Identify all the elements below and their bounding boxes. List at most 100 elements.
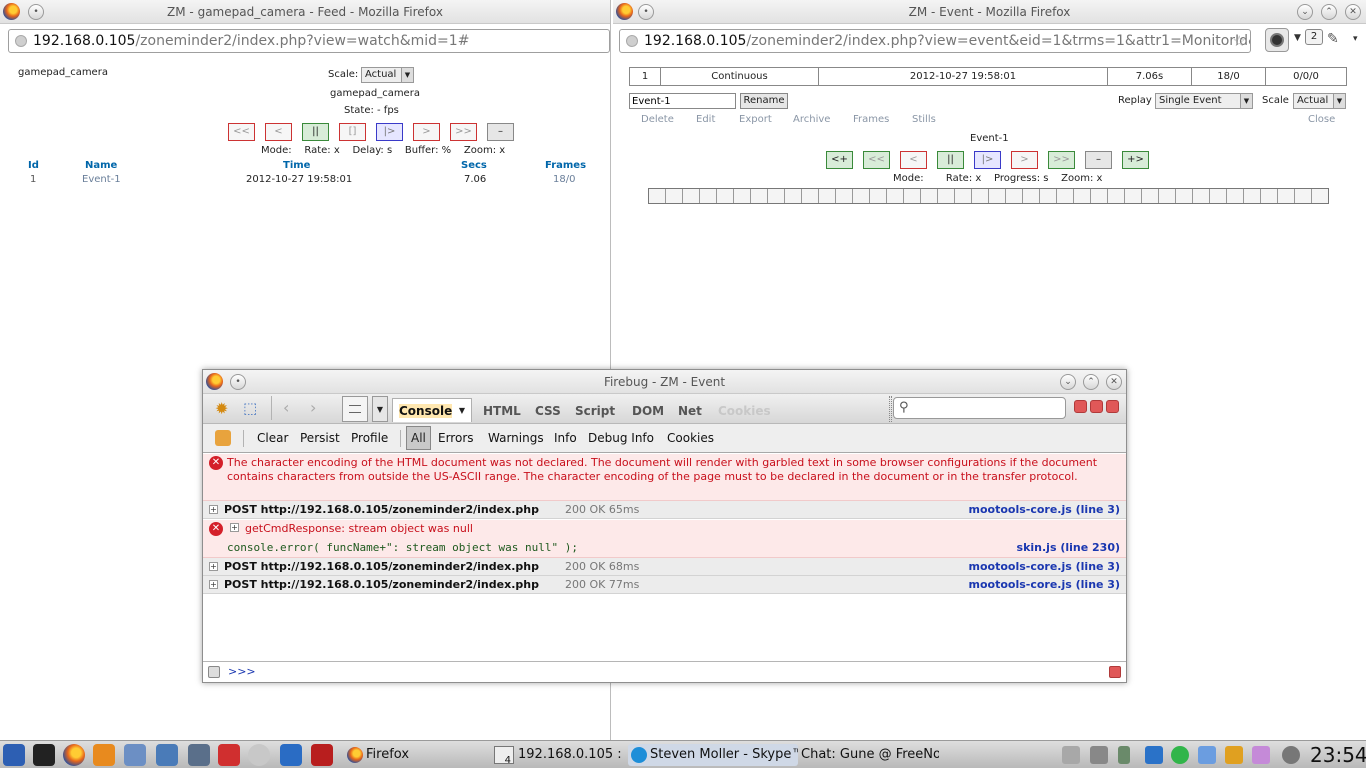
camera-addon-button[interactable]: [1265, 28, 1289, 52]
fast-rewind-button[interactable]: <<: [228, 123, 255, 141]
command-line[interactable]: >>>: [203, 661, 1126, 682]
progress-cell[interactable]: [1006, 189, 1023, 203]
progress-cell[interactable]: [1159, 189, 1176, 203]
progress-cell[interactable]: [1176, 189, 1193, 203]
terminal-icon[interactable]: [33, 744, 55, 766]
progress-cell[interactable]: [700, 189, 717, 203]
volume-icon[interactable]: [1090, 746, 1108, 764]
progress-cell[interactable]: [1057, 189, 1074, 203]
rename-button[interactable]: Rename: [740, 93, 788, 109]
progress-cell[interactable]: [734, 189, 751, 203]
toolbox-icon[interactable]: [280, 744, 302, 766]
command-editor-icon[interactable]: [208, 666, 220, 678]
slow-forward-button[interactable]: >: [413, 123, 440, 141]
filezilla-icon[interactable]: [311, 744, 333, 766]
stills-link[interactable]: Stills: [912, 114, 936, 125]
tab-html[interactable]: HTML: [483, 404, 521, 418]
filter-info-button[interactable]: Info: [554, 431, 577, 445]
close-link[interactable]: Close: [1308, 114, 1335, 125]
export-link[interactable]: Export: [739, 114, 772, 125]
profile-button[interactable]: Profile: [351, 431, 388, 445]
play-button[interactable]: |>: [974, 151, 1001, 169]
dropbox-icon[interactable]: [1145, 746, 1163, 764]
clear-button[interactable]: Clear: [257, 431, 288, 445]
progress-cell[interactable]: [989, 189, 1006, 203]
info-icon[interactable]: [1282, 746, 1300, 764]
firebug-close-icon[interactable]: [1106, 400, 1119, 413]
clock[interactable]: 23:54: [1310, 743, 1366, 767]
archive-link[interactable]: Archive: [793, 114, 830, 125]
event-titlebar[interactable]: • ZM - Event - Mozilla Firefox ⌄ ⌃ ✕: [613, 0, 1366, 24]
stop-button[interactable]: []: [339, 123, 366, 141]
progress-cell[interactable]: [836, 189, 853, 203]
zoom-out-button[interactable]: –: [1085, 151, 1112, 169]
progress-cell[interactable]: [649, 189, 666, 203]
overflow-arrow-icon[interactable]: ▾: [1353, 34, 1358, 44]
tab-console[interactable]: Console ▼: [392, 398, 472, 422]
progress-cell[interactable]: [717, 189, 734, 203]
progress-cell[interactable]: [1210, 189, 1227, 203]
expand-icon[interactable]: +: [230, 523, 239, 532]
download-icon[interactable]: [1198, 746, 1216, 764]
progress-cell[interactable]: [921, 189, 938, 203]
event-name-input[interactable]: [629, 93, 736, 109]
progress-cell[interactable]: [1261, 189, 1278, 203]
minimize-icon[interactable]: ⌄: [1297, 4, 1313, 20]
progress-cell[interactable]: [1091, 189, 1108, 203]
progress-cell[interactable]: [1278, 189, 1295, 203]
settings-gear-icon[interactable]: [93, 744, 115, 766]
command-close-icon[interactable]: [1109, 666, 1121, 678]
log-entry-error[interactable]: ✕ The character encoding of the HTML doc…: [203, 454, 1126, 501]
filter-cookies-button[interactable]: Cookies: [667, 431, 714, 445]
progress-cell[interactable]: [853, 189, 870, 203]
pause-button[interactable]: ||: [302, 123, 329, 141]
tray-arrow-icon[interactable]: [1062, 746, 1080, 764]
log-entry-post[interactable]: + POST http://192.168.0.105/zoneminder2/…: [203, 501, 1126, 519]
close-icon[interactable]: ✕: [1345, 4, 1361, 20]
tab-cookies[interactable]: Cookies: [718, 404, 771, 418]
chevron-down-icon[interactable]: ▼: [372, 396, 388, 422]
scale-select[interactable]: Actual ▼: [1293, 93, 1346, 109]
source-link[interactable]: mootools-core.js (line 3): [969, 578, 1121, 591]
progress-cell[interactable]: [1244, 189, 1261, 203]
replay-select[interactable]: Single Event ▼: [1155, 93, 1253, 109]
tools-tray-icon[interactable]: [1225, 746, 1243, 764]
cell-id[interactable]: 1: [30, 174, 36, 185]
progress-cell[interactable]: [1193, 189, 1210, 203]
scale-select[interactable]: Actual ▼: [361, 67, 414, 83]
tab-css[interactable]: CSS: [535, 404, 561, 418]
zoom-out-button[interactable]: –: [487, 123, 514, 141]
firebug-detach-icon[interactable]: [1090, 400, 1103, 413]
virtualbox-icon[interactable]: [124, 744, 146, 766]
expand-icon[interactable]: +: [209, 562, 218, 571]
progress-cell[interactable]: [785, 189, 802, 203]
progress-cell[interactable]: [870, 189, 887, 203]
log-entry-post[interactable]: + POST http://192.168.0.105/zoneminder2/…: [203, 558, 1126, 576]
slow-rewind-button[interactable]: <: [265, 123, 292, 141]
media-icon[interactable]: [218, 744, 240, 766]
feed-titlebar[interactable]: • ZM - gamepad_camera - Feed - Mozilla F…: [0, 0, 610, 24]
progress-cell[interactable]: [751, 189, 768, 203]
edit-link[interactable]: Edit: [696, 114, 715, 125]
filter-warnings-button[interactable]: Warnings: [488, 431, 544, 445]
progress-cell[interactable]: [802, 189, 819, 203]
progress-cell[interactable]: [1227, 189, 1244, 203]
firebug-bug-icon[interactable]: ✹: [215, 399, 228, 418]
minimize-icon[interactable]: ⌄: [1060, 374, 1076, 390]
source-link[interactable]: skin.js (line 230): [1017, 541, 1120, 554]
progress-cell[interactable]: [1312, 189, 1328, 203]
clear-console-icon[interactable]: [215, 430, 231, 446]
expand-icon[interactable]: +: [209, 505, 218, 514]
task-chat[interactable]: Chat: Gune @ FreeNod: [779, 744, 939, 766]
fast-forward-button[interactable]: >>: [1048, 151, 1075, 169]
progress-cell[interactable]: [1023, 189, 1040, 203]
play-button[interactable]: |>: [376, 123, 403, 141]
tab-script[interactable]: Script: [575, 404, 615, 418]
log-entry-post[interactable]: + POST http://192.168.0.105/zoneminder2/…: [203, 576, 1126, 594]
cell-name-link[interactable]: Event-1: [82, 174, 121, 185]
log-entry-error[interactable]: ✕ + getCmdResponse: stream object was nu…: [203, 520, 1126, 558]
thunderbird-icon[interactable]: [156, 744, 178, 766]
progress-cell[interactable]: [768, 189, 785, 203]
file-manager-icon[interactable]: [188, 744, 210, 766]
frames-link[interactable]: Frames: [853, 114, 889, 125]
